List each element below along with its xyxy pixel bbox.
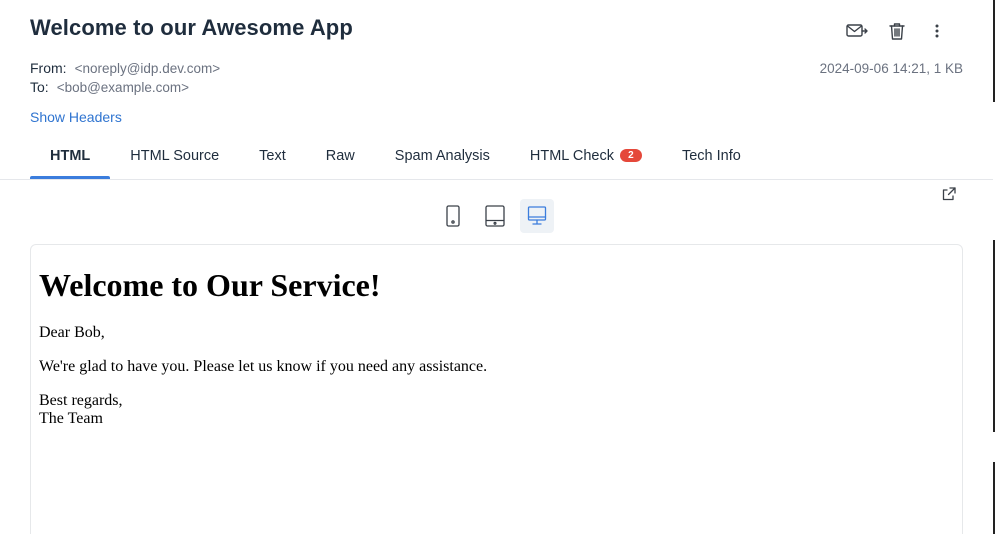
tab-spam-analysis[interactable]: Spam Analysis — [375, 139, 510, 180]
tab-label: Raw — [325, 148, 355, 164]
tab-raw[interactable]: Raw — [306, 139, 375, 180]
from-address: <noreply@idp.dev.com> — [74, 61, 221, 76]
to-address: <bob@example.com> — [56, 80, 189, 95]
tab-label: HTML Check — [529, 148, 614, 164]
desktop-view-button[interactable] — [520, 199, 554, 233]
tabs-divider — [0, 179, 993, 180]
preview-closing: Best regards, The Team — [39, 392, 954, 428]
phone-icon — [446, 205, 460, 227]
tablet-view-button[interactable] — [478, 199, 512, 233]
issue-count-badge: 2 — [619, 149, 642, 162]
tab-label: HTML Source — [130, 148, 220, 164]
tablet-icon — [485, 205, 505, 227]
to-line: To: <bob@example.com> — [30, 79, 189, 95]
more-vertical-icon — [935, 24, 939, 38]
from-label: From: — [30, 60, 67, 76]
preview-heading: Welcome to Our Service! — [39, 267, 381, 303]
tab-html-check[interactable]: HTML Check 2 — [510, 139, 662, 180]
delete-button[interactable] — [877, 18, 917, 44]
mail-forward-icon — [846, 24, 868, 37]
more-button[interactable] — [917, 18, 957, 44]
tab-tech-info[interactable]: Tech Info — [662, 139, 761, 180]
device-preview-toggle — [436, 199, 554, 233]
tab-html[interactable]: HTML — [30, 139, 111, 180]
from-line: From: <noreply@idp.dev.com> — [30, 60, 220, 76]
preview-body: We're glad to have you. Please let us kn… — [39, 358, 488, 375]
preview-greeting: Dear Bob, — [39, 324, 105, 341]
forward-button[interactable] — [837, 18, 877, 44]
external-link-icon — [942, 187, 956, 201]
view-tabs: HTML HTML Source Text Raw Spam Analysis … — [30, 139, 761, 180]
tab-text[interactable]: Text — [239, 139, 306, 180]
trash-icon — [889, 23, 905, 40]
tab-label: Spam Analysis — [394, 148, 490, 164]
tab-html-source[interactable]: HTML Source — [110, 139, 239, 180]
show-headers-link[interactable]: Show Headers — [30, 109, 122, 125]
email-html-preview: Welcome to Our Service! Dear Bob, We're … — [30, 244, 963, 534]
tab-label: HTML — [50, 148, 91, 164]
to-label: To: — [30, 79, 49, 95]
tab-label: Text — [259, 148, 286, 164]
signature-line: The Team — [39, 410, 103, 427]
message-actions — [837, 18, 957, 44]
date-size: 2024-09-06 14:21, 1 KB — [819, 61, 963, 76]
open-external-button[interactable] — [941, 186, 959, 204]
desktop-icon — [527, 206, 547, 225]
closing-line: Best regards, — [39, 392, 123, 409]
phone-view-button[interactable] — [436, 199, 470, 233]
email-subject: Welcome to our Awesome App — [30, 15, 353, 40]
tab-label: Tech Info — [681, 148, 741, 164]
